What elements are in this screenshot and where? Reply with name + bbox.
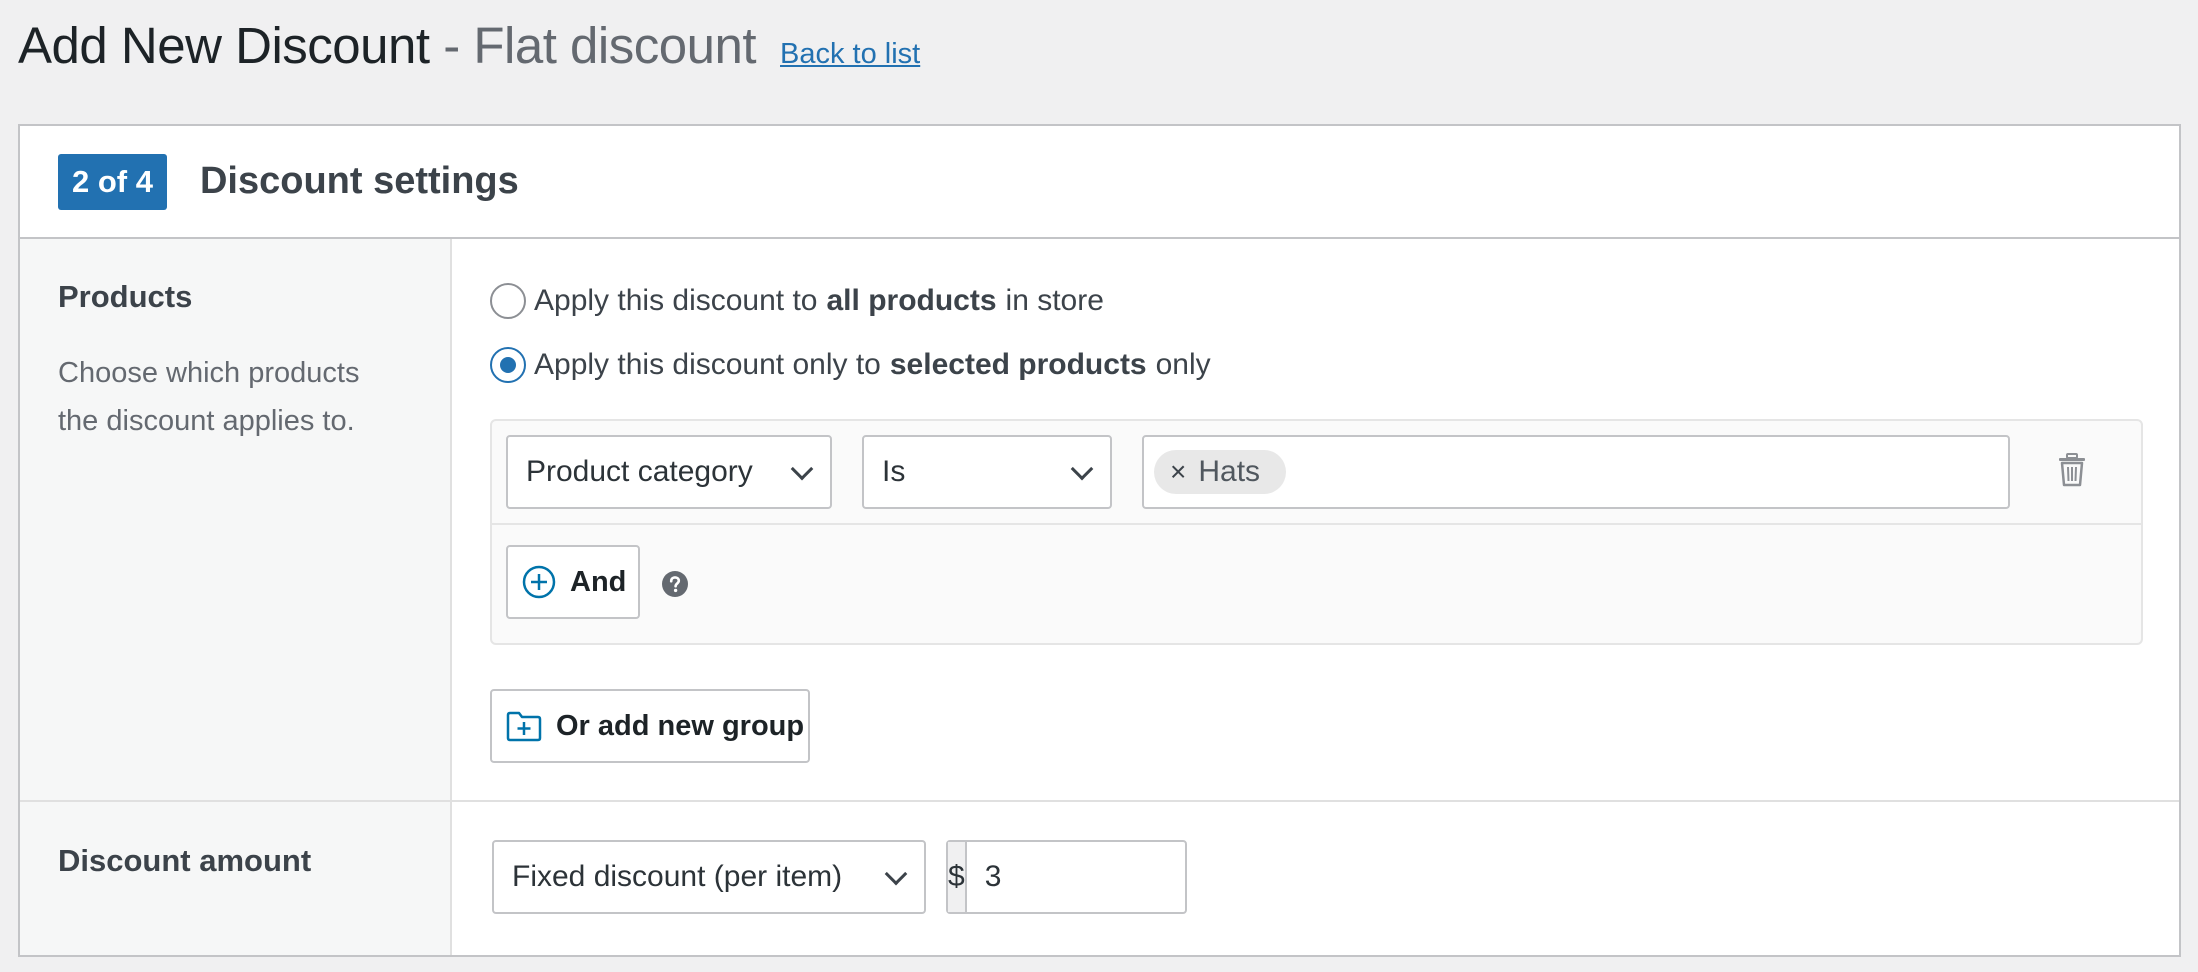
products-content: Apply this discount to all products in s… <box>452 239 2179 800</box>
radio-all-products[interactable]: Apply this discount to all products in s… <box>490 283 1104 319</box>
discount-type-title: Flat discount <box>473 17 757 74</box>
step-badge: 2 of 4 <box>58 153 167 210</box>
radio-all-products-input[interactable] <box>490 283 526 319</box>
chevron-down-icon <box>1070 457 1094 481</box>
category-token-label: Hats <box>1198 455 1261 488</box>
currency-symbol: $ <box>948 842 967 912</box>
amount-input-group: $ <box>946 840 1371 914</box>
add-group-button[interactable]: Or add new group <box>490 689 810 763</box>
products-label-cell: Products Choose which products the disco… <box>20 239 452 800</box>
amount-input[interactable] <box>966 842 1371 912</box>
discount-amount-label-cell: Discount amount <box>20 802 452 955</box>
card-title: Discount settings <box>199 160 519 202</box>
condition-row: Product category Is × Hats <box>492 421 2141 525</box>
help-icon[interactable] <box>662 571 688 602</box>
title-separator: - <box>443 17 460 74</box>
discount-amount-row: Discount amount Fixed discount (per item… <box>20 802 2179 955</box>
radio-all-prefix: Apply this discount to <box>534 284 818 317</box>
and-button-label: And <box>570 565 627 598</box>
radio-all-bold: all products <box>826 284 997 317</box>
page-header: Add New Discount - Flat discount Back to… <box>18 16 920 75</box>
and-button[interactable]: And <box>506 545 640 619</box>
discount-amount-content: Fixed discount (per item) $ <box>452 802 2179 955</box>
condition-field-value: Product category <box>526 455 753 488</box>
discount-type-select[interactable]: Fixed discount (per item) <box>492 840 926 914</box>
condition-field-select[interactable]: Product category <box>506 435 832 509</box>
radio-selected-suffix: only <box>1155 348 1211 381</box>
products-label: Products <box>58 279 193 314</box>
products-description: Choose which products the discount appli… <box>58 357 360 437</box>
radio-all-suffix: in store <box>1005 284 1104 317</box>
discount-type-value: Fixed discount (per item) <box>512 860 843 893</box>
chevron-down-icon <box>884 862 908 886</box>
add-group-button-label: Or add new group <box>556 709 805 742</box>
page-title-main: Add New Discount <box>18 17 430 74</box>
page-title: Add New Discount - Flat discount <box>18 16 757 75</box>
chevron-down-icon <box>790 457 814 481</box>
condition-operator-select[interactable]: Is <box>862 435 1112 509</box>
trash-icon[interactable] <box>2058 453 2086 492</box>
radio-selected-products[interactable]: Apply this discount only to selected pro… <box>490 347 1211 383</box>
token-remove-icon[interactable]: × <box>1170 456 1186 488</box>
condition-operator-value: Is <box>882 455 906 488</box>
category-token: × Hats <box>1154 450 1287 494</box>
radio-selected-prefix: Apply this discount only to <box>534 348 881 381</box>
radio-selected-products-input[interactable] <box>490 347 526 383</box>
plus-circle-icon <box>522 565 556 599</box>
condition-group: Product category Is × Hats And <box>490 419 2143 645</box>
category-token-field[interactable]: × Hats <box>1142 435 2010 509</box>
radio-selected-bold: selected products <box>889 348 1147 381</box>
products-row: Products Choose which products the disco… <box>20 239 2179 802</box>
card-header: 2 of 4 Discount settings <box>20 126 2179 239</box>
back-to-list-link[interactable]: Back to list <box>780 38 920 71</box>
discount-settings-card: 2 of 4 Discount settings Products Choose… <box>18 124 2181 957</box>
folder-plus-icon <box>506 711 542 742</box>
and-row: And <box>492 525 2141 643</box>
discount-amount-label: Discount amount <box>58 843 312 878</box>
